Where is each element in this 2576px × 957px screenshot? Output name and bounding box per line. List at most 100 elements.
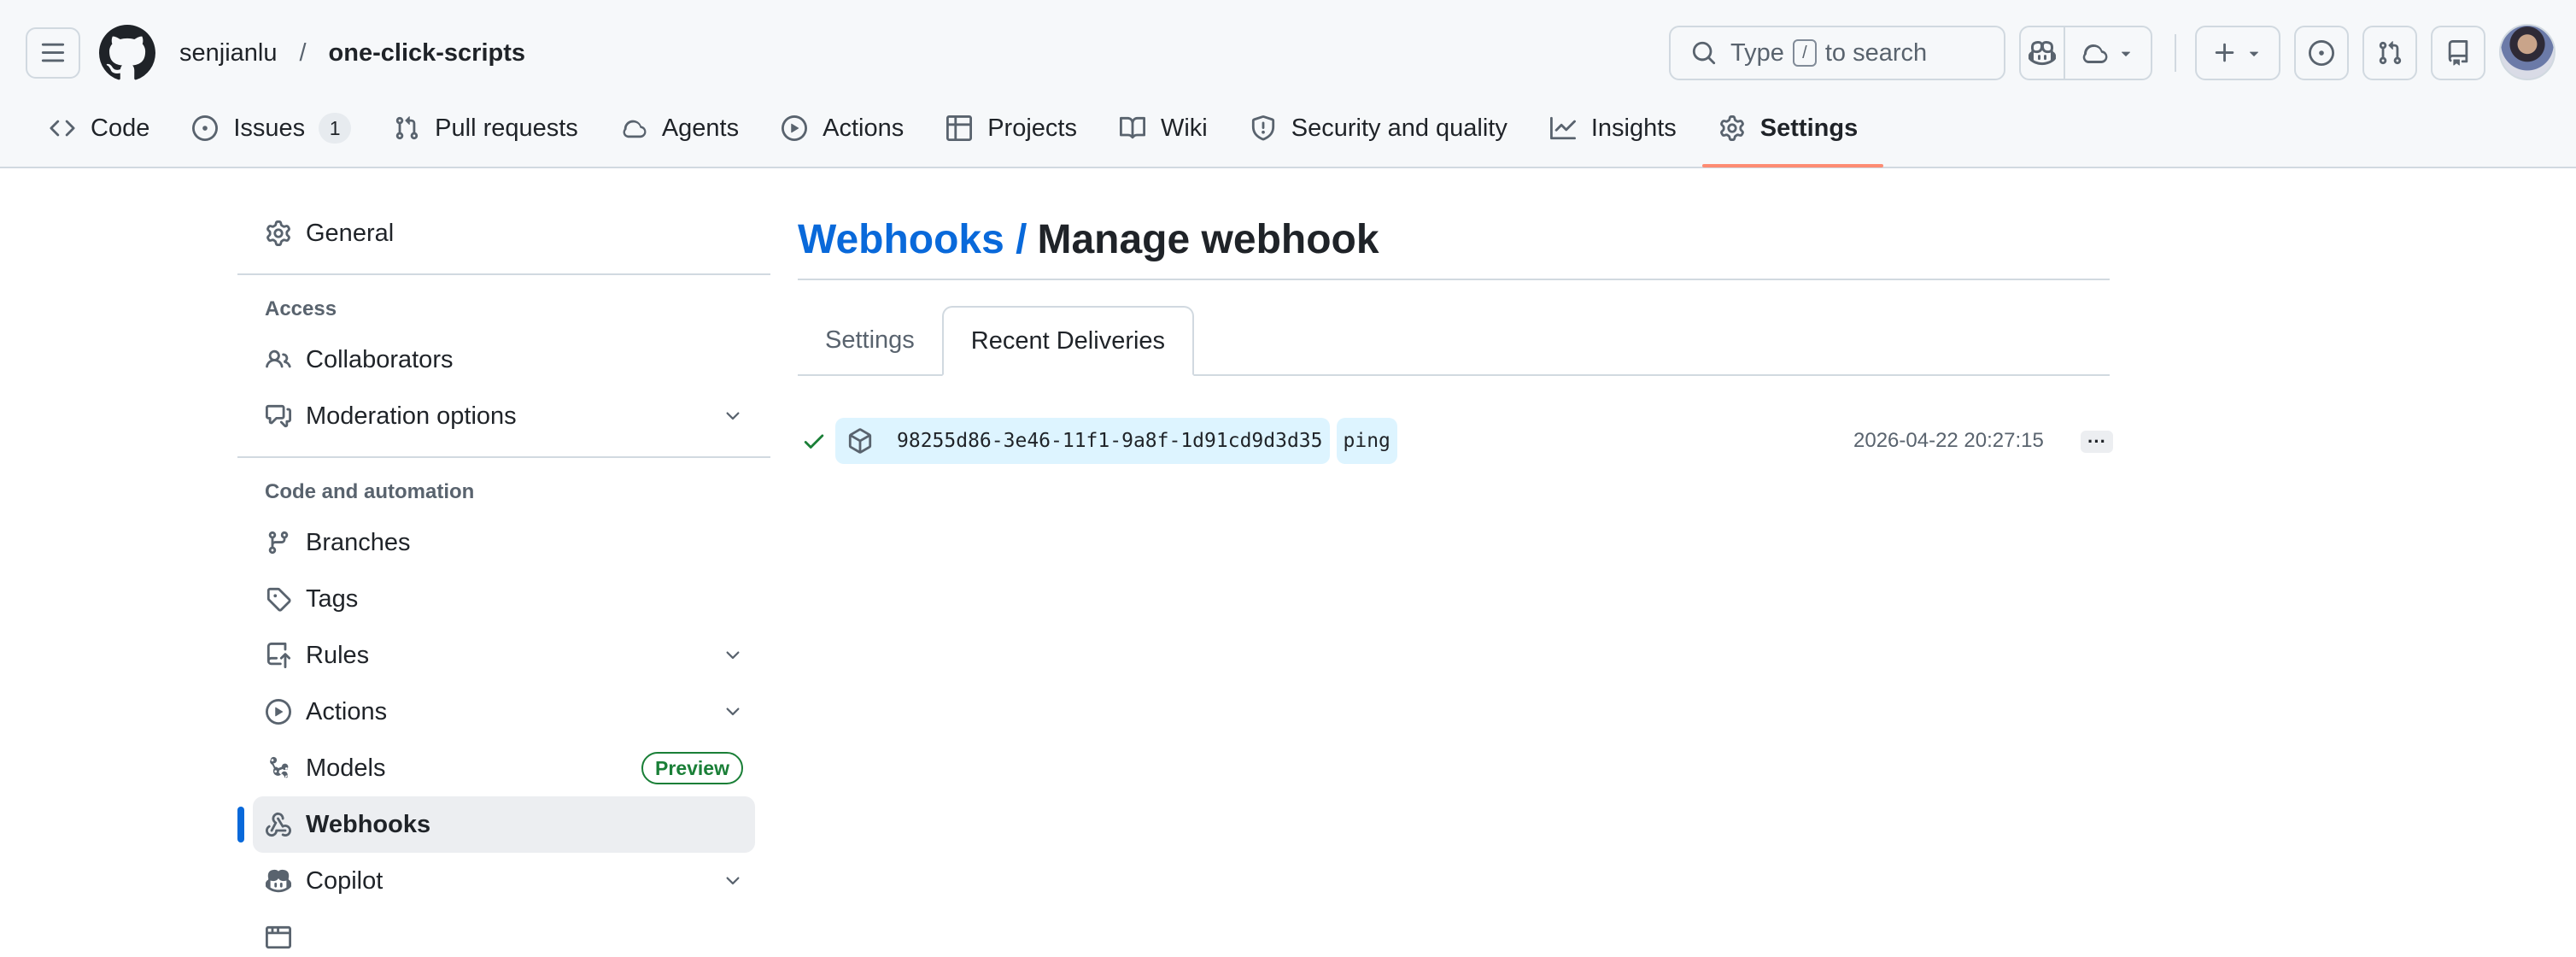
tab-security[interactable]: Security and quality (1238, 104, 1519, 152)
create-new-button[interactable] (2195, 26, 2280, 80)
breadcrumb: senjianlu / one-click-scripts (179, 34, 525, 72)
menu-button[interactable] (26, 27, 80, 79)
delivery-row[interactable]: 98255d86-3e46-11f1-9a8f-1d91cd9d3d35 pin… (798, 415, 2113, 467)
tab-insights[interactable]: Insights (1538, 104, 1689, 152)
comment-discussion-icon (266, 404, 291, 428)
sidebar-item-models[interactable]: Models Preview (237, 740, 770, 796)
sidebar-item-moderation[interactable]: Moderation options (237, 388, 770, 444)
sidebar-item-label: Moderation options (306, 402, 517, 430)
tab-projects[interactable]: Projects (934, 104, 1089, 152)
play-icon (266, 699, 291, 725)
tab-label: Projects (987, 114, 1077, 142)
code-icon (50, 120, 75, 137)
package-icon (848, 428, 872, 454)
people-icon (266, 349, 291, 368)
sidebar-item-copilot[interactable]: Copilot (237, 853, 770, 909)
tab-recent-deliveries[interactable]: Recent Deliveries (941, 306, 1195, 376)
tab-actions[interactable]: Actions (770, 104, 916, 152)
sidebar-item-label: Webhooks (306, 810, 431, 838)
book-icon (1119, 116, 1145, 139)
git-pull-request-icon (2379, 41, 2402, 65)
sidebar-item-label: Tags (306, 584, 359, 613)
repo-icon (2448, 40, 2468, 66)
tab-label: Insights (1590, 114, 1677, 142)
chevron-down-icon (726, 651, 740, 660)
sidebar-item-webhooks[interactable]: Webhooks (237, 796, 755, 853)
delivery-event: ping (1336, 418, 1397, 464)
issues-button[interactable] (2294, 26, 2349, 80)
page-title-text: Manage webhook (1037, 216, 1379, 262)
sidebar-item-rules[interactable]: Rules (237, 627, 770, 684)
triangle-down-icon (2121, 51, 2131, 56)
chevron-down-icon (726, 412, 740, 420)
tab-label: Agents (661, 114, 740, 142)
tab-wiki[interactable]: Wiki (1108, 104, 1220, 152)
pull-requests-button[interactable] (2362, 26, 2417, 80)
browser-icon (266, 925, 291, 949)
tab-settings[interactable]: Settings (1701, 104, 1884, 167)
cloud-icon (2082, 44, 2108, 63)
tab-pull-requests[interactable]: Pull requests (382, 104, 590, 152)
hamburger-icon (41, 43, 65, 62)
tag-icon (266, 587, 291, 612)
tab-label: Wiki (1160, 114, 1208, 142)
chevron-down-icon (726, 707, 740, 716)
delivery-guid-text: 98255d86-3e46-11f1-9a8f-1d91cd9d3d35 (897, 430, 1323, 452)
github-logo-icon[interactable] (99, 25, 155, 81)
webhooks-breadcrumb-link[interactable]: Webhooks / (798, 216, 1027, 263)
tab-code[interactable]: Code (38, 104, 161, 152)
copilot-button[interactable] (2019, 26, 2065, 80)
delivery-guid[interactable]: 98255d86-3e46-11f1-9a8f-1d91cd9d3d35 (835, 418, 1330, 464)
breadcrumb-separator: / (299, 38, 307, 67)
sidebar-item-partial[interactable] (237, 909, 770, 957)
sidebar-item-label: General (306, 219, 395, 247)
tab-agents[interactable]: Agents (609, 104, 751, 152)
search-prefix: Type (1730, 38, 1784, 67)
tab-label: Pull requests (435, 114, 578, 142)
search-shortcut-key: / (1792, 39, 1817, 67)
webhook-tabs: Settings Recent Deliveries (798, 306, 2110, 376)
preview-badge: Preview (641, 752, 743, 784)
sidebar-item-actions[interactable]: Actions (237, 684, 770, 740)
sidebar-heading-code-automation: Code and automation (265, 480, 475, 503)
avatar[interactable] (2499, 24, 2556, 80)
tab-issues[interactable]: Issues 1 (180, 104, 363, 152)
repo-tabs: Code Issues 1 Pull requests Agents Actio… (38, 104, 1888, 167)
sidebar-item-general[interactable]: General (237, 205, 770, 261)
issue-opened-icon (2309, 40, 2334, 66)
sidebar-divider (237, 273, 770, 275)
tab-label: Issues (233, 114, 306, 142)
sidebar-item-tags[interactable]: Tags (237, 571, 770, 627)
search-suffix: to search (1824, 38, 1928, 67)
git-branch-icon (268, 531, 289, 555)
delivery-timestamp: 2026-04-22 20:27:15 (1853, 429, 2044, 452)
sidebar-item-label: Branches (306, 528, 411, 556)
header-divider (2175, 34, 2176, 72)
repo-name-link[interactable]: one-click-scripts (329, 39, 525, 68)
tab-label: Security and quality (1291, 114, 1508, 142)
gear-icon (1719, 115, 1744, 141)
sidebar-item-collaborators[interactable]: Collaborators (237, 332, 770, 388)
sidebar-item-label: Copilot (306, 866, 383, 895)
app-header: senjianlu / one-click-scripts Type / to … (0, 0, 2576, 168)
tab-webhook-settings[interactable]: Settings (798, 306, 942, 374)
more-options-button[interactable]: ··· (2081, 431, 2113, 453)
copilot-icon (266, 869, 291, 893)
sidebar-item-label: Actions (306, 697, 388, 725)
sidebar-divider (237, 456, 770, 458)
shield-icon (1251, 115, 1274, 141)
copilot-icon (2029, 40, 2056, 66)
sidebar-item-branches[interactable]: Branches (237, 514, 770, 571)
sidebar-heading-access: Access (265, 297, 337, 320)
gear-icon (266, 220, 290, 246)
git-pull-request-icon (395, 116, 419, 140)
tab-label: Code (91, 114, 150, 142)
graph-icon (1549, 116, 1576, 140)
repo-owner-link[interactable]: senjianlu (179, 39, 277, 68)
search-icon (1692, 41, 1716, 65)
copilot-dropdown-button[interactable] (2064, 26, 2152, 80)
sidebar-item-label: Collaborators (306, 345, 454, 373)
triangle-down-icon (2249, 51, 2259, 56)
search-input[interactable]: Type / to search (1669, 26, 2005, 80)
inbox-button[interactable] (2431, 26, 2485, 80)
